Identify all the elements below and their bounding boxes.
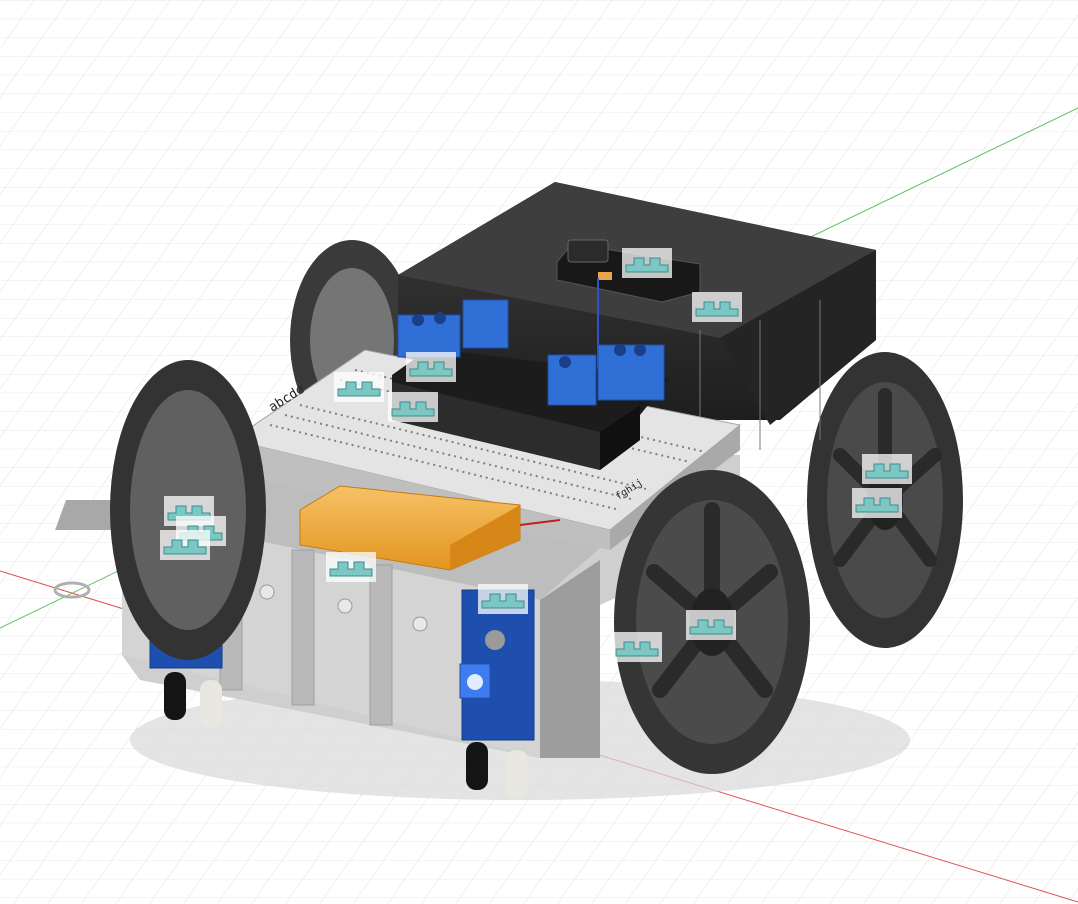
joint-icon[interactable] (686, 610, 736, 640)
joint-icon[interactable] (388, 392, 438, 422)
joint-icon[interactable] (326, 552, 376, 582)
viewport-canvas[interactable]: abcde fghij (0, 0, 1078, 904)
joint-icon[interactable] (612, 632, 662, 662)
joint-icon[interactable] (622, 248, 672, 278)
joint-icon[interactable] (334, 372, 384, 402)
joint-icon[interactable] (862, 454, 912, 484)
joint-icon[interactable] (852, 488, 902, 518)
joint-icon[interactable] (478, 584, 528, 614)
joint-icon[interactable] (692, 292, 742, 322)
3d-viewport[interactable]: abcde fghij (0, 0, 1078, 904)
joint-icon[interactable] (406, 352, 456, 382)
joint-icon[interactable] (160, 530, 210, 560)
